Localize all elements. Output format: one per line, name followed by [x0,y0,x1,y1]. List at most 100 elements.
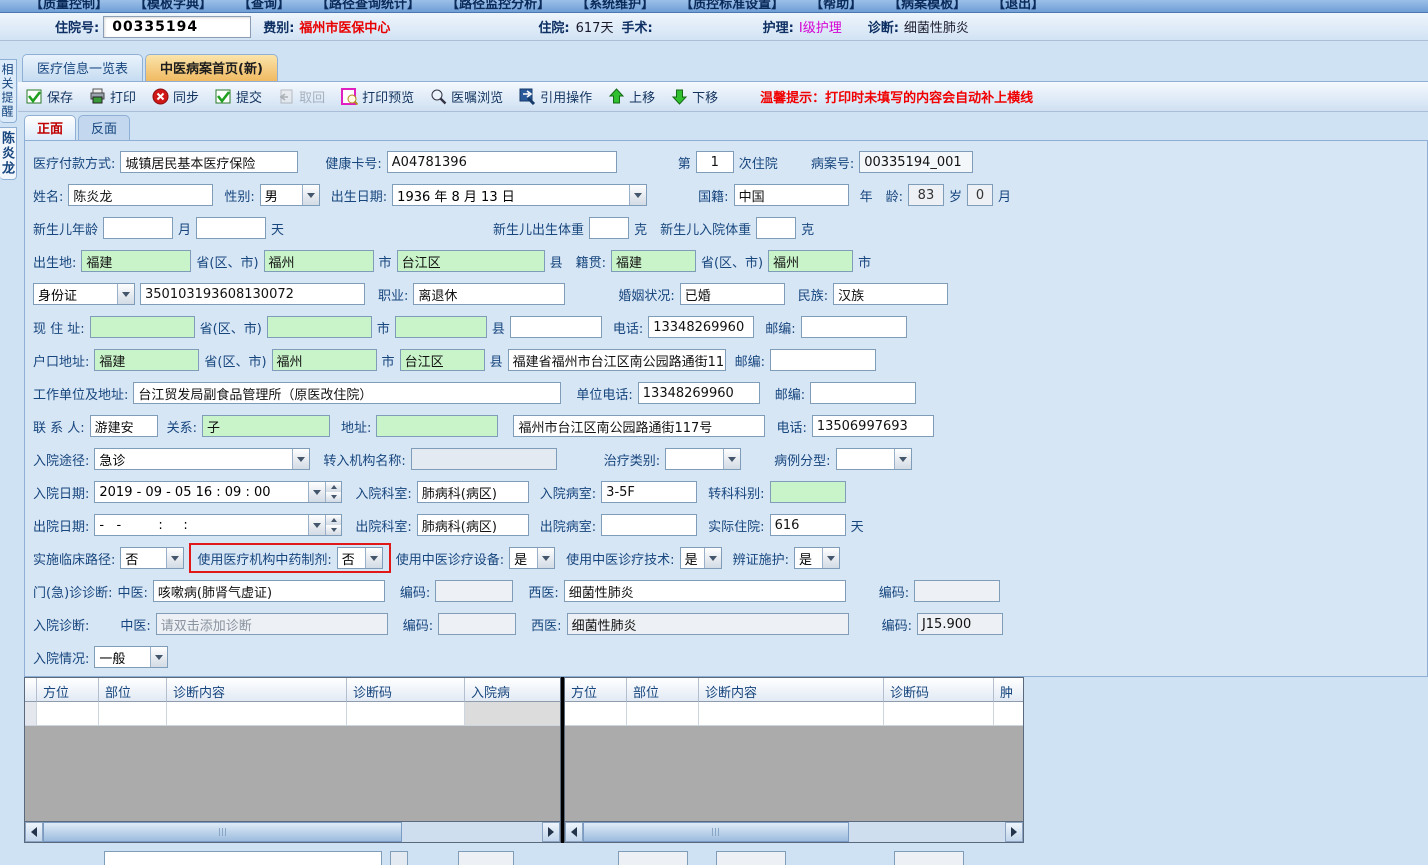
print-button[interactable]: 打印 [89,87,136,106]
admission-path-select[interactable]: 急诊 [94,448,311,470]
work-phone-input[interactable]: 13348269960 [637,382,760,404]
grid-cell[interactable] [884,702,994,726]
gender-select[interactable]: 男 [259,184,320,206]
marital-input[interactable]: 已婚 [679,283,785,305]
grid-right-hscrollbar[interactable] [565,821,1023,842]
name-input[interactable]: 陈炎龙 [68,184,214,206]
cutoff-input[interactable] [458,851,514,865]
cutoff-input[interactable] [894,851,964,865]
record-no-input[interactable]: 00335194_001 [859,151,974,173]
case-type-dropdown-button[interactable] [893,449,911,469]
tcm-device-dropdown-button[interactable] [537,548,555,568]
health-card-input[interactable]: A04781396 [386,151,617,173]
scroll-track[interactable] [583,822,1005,842]
contact-address-input[interactable]: 福州市台江区南公园路通街117号 [513,415,766,437]
native-city-input[interactable]: 福州 [768,250,854,272]
scroll-right-button[interactable] [1005,822,1023,842]
admission-condition-select[interactable]: 一般 [94,646,169,668]
id-type-select[interactable]: 身份证 [33,283,135,305]
column-header[interactable]: 方位 [565,678,627,702]
nationality-input[interactable]: 中国 [733,184,849,206]
contact-phone-input[interactable]: 13506997693 [811,415,934,437]
syndrome-nursing-dropdown-button[interactable] [821,548,839,568]
move-up-button[interactable]: 上移 [608,87,655,106]
column-header[interactable]: 肿瘤 [994,678,1023,702]
column-header[interactable]: 诊断内容 [699,678,884,702]
admission-western-input[interactable]: 细菌性肺炎 [566,613,849,635]
tab-back-side[interactable]: 反面 [78,115,131,140]
tcm-technique-select[interactable]: 是 [679,547,722,569]
contact-region-input[interactable] [376,415,499,437]
menu-item[interactable]: 【查询】 [238,0,290,12]
discharge-dept-input[interactable]: 肺病科(病区) [416,514,529,536]
scroll-right-button[interactable] [542,822,560,842]
current-county-input[interactable] [394,316,487,338]
admit-seq-input[interactable]: 1 [695,151,734,173]
column-header[interactable]: 诊断内容 [167,678,347,702]
current-phone-input[interactable]: 13348269960 [648,316,755,338]
grid-cell[interactable] [37,702,99,726]
sidebar-tab-patient[interactable]: 陈炎龙 [0,127,17,180]
admission-path-dropdown-button[interactable] [292,449,310,469]
scroll-thumb[interactable] [583,822,849,842]
newborn-age-days-input[interactable] [196,217,267,239]
grid-cell[interactable] [347,702,465,726]
birthplace-city-input[interactable]: 福州 [263,250,374,272]
id-number-input[interactable]: 350103193608130072 [140,283,365,305]
grid-cell[interactable] [167,702,347,726]
admission-condition-dropdown-button[interactable] [150,647,168,667]
grid-left-hscrollbar[interactable] [25,821,560,842]
menu-item[interactable]: 【质控标准设置】 [680,0,784,12]
row-selector-cell[interactable] [25,702,37,726]
treat-type-dropdown-button[interactable] [723,449,741,469]
cutoff-input[interactable] [716,851,786,865]
column-header[interactable]: 部位 [99,678,167,702]
submit-button[interactable]: 提交 [215,87,262,106]
occupation-input[interactable]: 离退休 [413,283,566,305]
admission-dept-input[interactable]: 肺病科(病区) [416,481,529,503]
sidebar-tab-reminders[interactable]: 相关提醒 [0,59,17,123]
admission-date-spinner[interactable] [325,482,342,502]
gender-dropdown-button[interactable] [301,185,319,205]
menu-item[interactable]: 【路径监控分析】 [446,0,550,12]
discharge-date-dropdown-button[interactable] [308,515,326,535]
cutoff-input[interactable] [618,851,688,865]
cutoff-input[interactable] [104,851,382,865]
id-type-dropdown-button[interactable] [117,284,134,304]
current-province-input[interactable] [89,316,195,338]
contact-name-input[interactable]: 游建安 [89,415,158,437]
work-zip-input[interactable] [810,382,917,404]
birthplace-province-input[interactable]: 福建 [81,250,192,272]
work-unit-input[interactable]: 台江贸发局副食品管理所（原医改住院） [133,382,562,404]
admission-tcm-input[interactable]: 请双击添加诊断 [155,613,388,635]
menu-item[interactable]: 【帮助】 [810,0,862,12]
treat-type-select[interactable] [665,448,742,470]
transfer-dept-input[interactable] [769,481,846,503]
current-detail-input[interactable] [509,316,602,338]
native-province-input[interactable]: 福建 [610,250,696,272]
relation-input[interactable]: 子 [202,415,331,437]
menu-item[interactable]: 【退出】 [992,0,1044,12]
tcm-preparation-select[interactable]: 否 [336,547,383,569]
household-detail-input[interactable]: 福建省福州市台江区南公园路通街11 [507,349,726,371]
household-province-input[interactable]: 福建 [94,349,200,371]
birth-date-select[interactable]: 1936 年 8 月 13 日 [392,184,648,206]
admission-ward-input[interactable]: 3-5F [601,481,698,503]
menu-item[interactable]: 【质量控制】 [30,0,108,12]
newborn-adm-weight-input[interactable] [756,217,797,239]
tcm-preparation-dropdown-button[interactable] [364,548,382,568]
column-header[interactable]: 诊断码 [884,678,994,702]
grid-cell[interactable] [994,702,1023,726]
household-zip-input[interactable] [769,349,876,371]
clinical-path-dropdown-button[interactable] [166,548,184,568]
orders-browse-button[interactable]: 医嘱浏览 [430,87,503,106]
tab-front-side[interactable]: 正面 [24,115,77,140]
column-header[interactable]: 入院病 [465,678,560,702]
discharge-date-picker[interactable]: - - : : [94,514,343,536]
birthplace-county-input[interactable]: 台江区 [396,250,545,272]
menu-item[interactable]: 【模板字典】 [134,0,212,12]
scroll-left-button[interactable] [565,822,583,842]
tab-tcm-record-front-page[interactable]: 中医病案首页(新) [145,54,278,81]
grid-cell[interactable] [465,702,560,726]
column-header[interactable]: 诊断码 [347,678,465,702]
